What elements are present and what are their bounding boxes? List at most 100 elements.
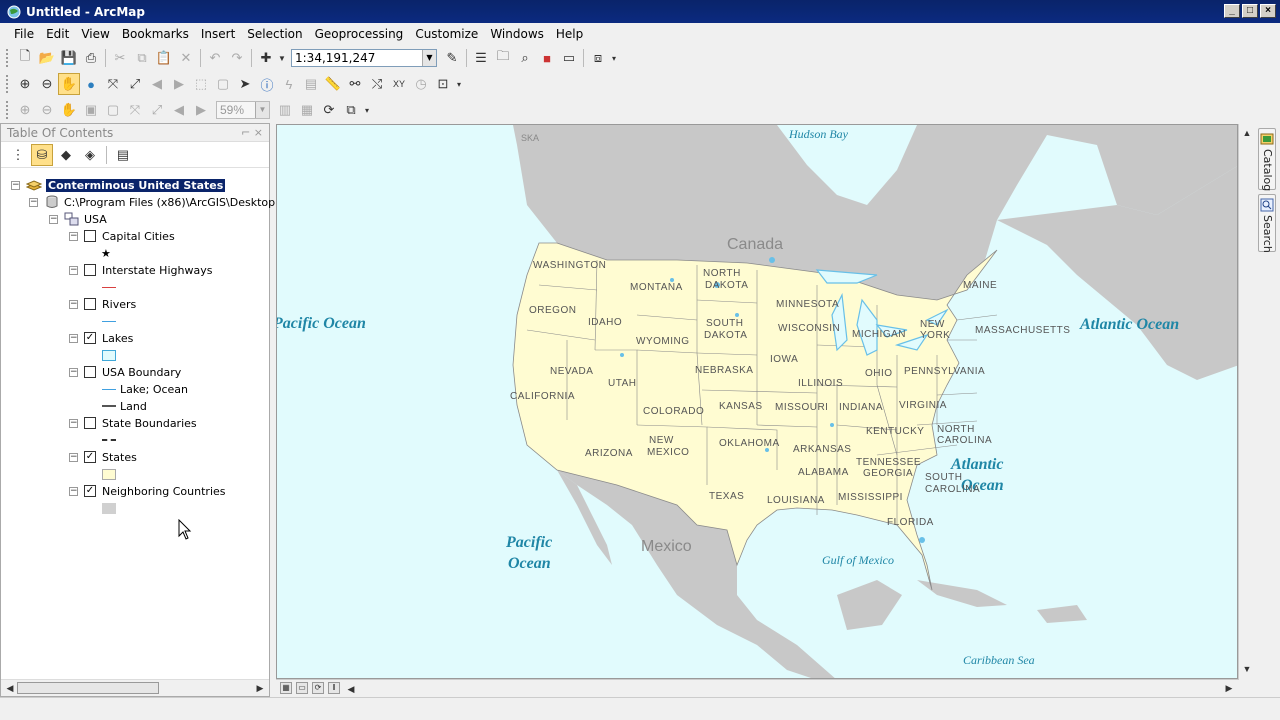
find-route-icon[interactable]: ⤭ <box>366 73 388 95</box>
change-layout-icon[interactable]: ⟳ <box>318 99 340 121</box>
collapse-icon[interactable]: − <box>49 214 58 224</box>
identify-info-icon[interactable]: ⓘ <box>256 73 278 95</box>
collapse-icon[interactable]: − <box>29 197 38 207</box>
layer-label[interactable]: Rivers <box>102 298 136 311</box>
delete-icon[interactable]: ✕ <box>175 47 197 69</box>
toolbar-options-icon[interactable]: ▾ <box>362 99 372 121</box>
collapse-icon[interactable]: − <box>69 265 78 275</box>
layout-back-icon[interactable]: ◀ <box>168 99 190 121</box>
select-features-icon[interactable]: ⬚ <box>190 73 212 95</box>
layer-label[interactable]: Interstate Highways <box>102 264 212 277</box>
data-driven-pages-icon[interactable]: ⧉ <box>340 99 362 121</box>
layer-visibility-checkbox[interactable] <box>84 264 96 276</box>
layer-row-rivers[interactable]: − Rivers <box>69 296 136 312</box>
html-popup-icon[interactable]: ▤ <box>300 73 322 95</box>
toolbar-options-icon[interactable]: ▾ <box>454 73 464 95</box>
paste-icon[interactable]: 📋 <box>153 47 175 69</box>
full-extent-globe-icon[interactable]: ● <box>80 73 102 95</box>
create-viewer-window-icon[interactable]: ⊡ <box>432 73 454 95</box>
list-by-source-icon[interactable]: ⛁ <box>31 143 53 166</box>
layout-pan-icon[interactable]: ✋ <box>58 99 80 121</box>
layer-visibility-checkbox[interactable] <box>84 366 96 378</box>
layer-visibility-checkbox[interactable]: ✓ <box>84 332 96 344</box>
search-tab[interactable]: Search <box>1258 194 1276 253</box>
collapse-icon[interactable]: − <box>69 299 78 309</box>
fixed-zoom-out-icon[interactable]: ⤢ <box>146 99 168 121</box>
collapse-icon[interactable]: − <box>69 333 78 343</box>
data-frame-row[interactable]: − Conterminous United States <box>11 177 226 193</box>
layer-row-capital-cities[interactable]: − Capital Cities <box>69 228 175 244</box>
redo-icon[interactable]: ↷ <box>226 47 248 69</box>
catalog-tab[interactable]: Catalog <box>1258 128 1276 191</box>
clear-selection-icon[interactable]: ▢ <box>212 73 234 95</box>
toc-options-icon[interactable]: ▤ <box>112 144 134 166</box>
layer-label[interactable]: States <box>102 451 137 464</box>
menu-file[interactable]: File <box>8 24 40 44</box>
menu-geoprocessing[interactable]: Geoprocessing <box>309 24 410 44</box>
layout-zoom-out-icon[interactable]: ⊖ <box>36 99 58 121</box>
scroll-up-arrow-icon[interactable]: ▲ <box>1240 126 1254 140</box>
menu-bookmarks[interactable]: Bookmarks <box>116 24 195 44</box>
group-row[interactable]: − USA <box>49 211 107 227</box>
layer-row-states[interactable]: − ✓ States <box>69 449 137 465</box>
toc-pin-close-buttons[interactable]: ⌐ × <box>241 124 263 142</box>
layer-row-usa-boundary[interactable]: − USA Boundary <box>69 364 181 380</box>
collapse-icon[interactable]: − <box>69 231 78 241</box>
arctoolbox-icon[interactable]: ■ <box>536 47 558 69</box>
layer-row-interstate-highways[interactable]: − Interstate Highways <box>69 262 212 278</box>
search-tab-label[interactable]: Search <box>1261 215 1274 253</box>
list-by-visibility-icon[interactable]: ◆ <box>55 144 77 166</box>
add-data-icon[interactable]: ✚ <box>255 47 277 69</box>
menu-edit[interactable]: Edit <box>40 24 75 44</box>
workspace-path[interactable]: C:\Program Files (x86)\ArcGIS\Desktop10 <box>64 196 289 209</box>
layout-zoom-dropdown[interactable]: 59% ▼ <box>216 101 270 119</box>
catalog-tab-label[interactable]: Catalog <box>1261 149 1274 191</box>
measure-icon[interactable]: 📏 <box>322 73 344 95</box>
zoom-100-icon[interactable]: ▢ <box>102 99 124 121</box>
toolbar-options-icon[interactable]: ▾ <box>609 47 619 69</box>
menu-help[interactable]: Help <box>550 24 589 44</box>
save-icon[interactable]: 💾 <box>58 47 80 69</box>
menu-selection[interactable]: Selection <box>241 24 308 44</box>
menu-customize[interactable]: Customize <box>409 24 484 44</box>
zoom-in-icon[interactable]: ⊕ <box>14 73 36 95</box>
copy-icon[interactable]: ⧉ <box>131 47 153 69</box>
data-view-button[interactable]: ▦ <box>280 682 292 694</box>
time-slider-icon[interactable]: ◷ <box>410 73 432 95</box>
chevron-down-icon[interactable]: ▼ <box>255 102 269 118</box>
map-scale-dropdown[interactable]: 1:34,191,247 ▼ <box>291 49 437 67</box>
map-canvas[interactable]: Canada Mexico SKA Hudson Bay Pacific Oce… <box>277 125 1238 679</box>
toggle-draft-mode-icon[interactable]: ▥ <box>274 99 296 121</box>
layer-visibility-checkbox[interactable] <box>84 298 96 310</box>
menu-view[interactable]: View <box>75 24 115 44</box>
layer-label[interactable]: Capital Cities <box>102 230 175 243</box>
chevron-down-icon[interactable]: ▼ <box>277 47 287 69</box>
hyperlink-icon[interactable]: ϟ <box>278 73 300 95</box>
scroll-right-arrow-icon[interactable]: ▶ <box>1222 681 1236 695</box>
toolbar-grip[interactable] <box>6 49 10 67</box>
layer-label[interactable]: State Boundaries <box>102 417 197 430</box>
scroll-right-arrow-icon[interactable]: ▶ <box>253 681 267 695</box>
layout-zoom-in-icon[interactable]: ⊕ <box>14 99 36 121</box>
print-icon[interactable]: ⎙ <box>80 47 102 69</box>
layout-view-button[interactable]: ▭ <box>296 682 308 694</box>
python-window-icon[interactable]: ▭ <box>558 47 580 69</box>
collapse-icon[interactable]: − <box>69 452 78 462</box>
undo-icon[interactable]: ↶ <box>204 47 226 69</box>
forward-arrow-icon[interactable]: ▶ <box>168 73 190 95</box>
data-frame-label[interactable]: Conterminous United States <box>46 178 226 192</box>
open-folder-icon[interactable]: 📂 <box>36 47 58 69</box>
menu-windows[interactable]: Windows <box>484 24 550 44</box>
collapse-icon[interactable]: − <box>69 367 78 377</box>
list-by-selection-icon[interactable]: ◈ <box>79 144 101 166</box>
find-binoculars-icon[interactable]: ⚯ <box>344 73 366 95</box>
catalog-window-icon[interactable]: 🗀 <box>492 47 514 69</box>
map-horizontal-scrollbar[interactable]: ▦ ▭ ⟳ ‖ ◀ ▶ <box>276 679 1238 696</box>
go-to-xy-icon[interactable]: XY <box>388 73 410 95</box>
table-of-contents-icon[interactable]: ☰ <box>470 47 492 69</box>
layer-row-lakes[interactable]: − ✓ Lakes <box>69 330 133 346</box>
scroll-left-arrow-icon[interactable]: ◀ <box>3 681 17 695</box>
fixed-zoom-in-icon[interactable]: ⤧ <box>124 99 146 121</box>
layer-row-neighboring-countries[interactable]: − ✓ Neighboring Countries <box>69 483 226 499</box>
back-arrow-icon[interactable]: ◀ <box>146 73 168 95</box>
